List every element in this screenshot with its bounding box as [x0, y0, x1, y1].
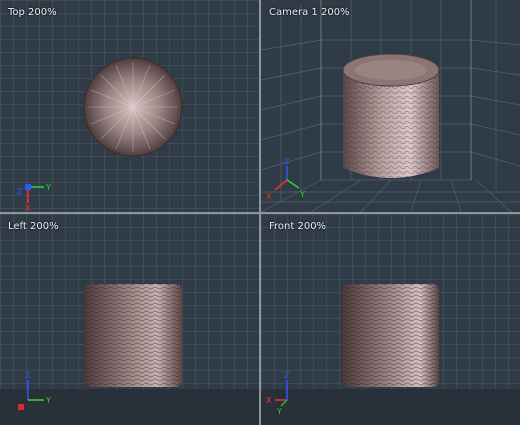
axis-y-label: Y	[276, 407, 282, 416]
cylinder-front[interactable]	[342, 284, 439, 387]
axis-y-label: Y	[299, 190, 305, 199]
left-view-scene[interactable]: Z Y	[0, 214, 259, 425]
viewport-layout: Top 200% Y Z X Camera 1 200% Z Y X Left …	[0, 0, 520, 425]
axis-x-label: X	[266, 192, 272, 201]
axis-z-label: Z	[25, 371, 31, 380]
axis-z-label: Z	[284, 371, 290, 380]
axis-z-label: Z	[17, 187, 23, 196]
cylinder-top-disc[interactable]	[83, 57, 183, 157]
viewport-label: Left 200%	[8, 221, 59, 232]
viewport-top[interactable]: Top 200% Y Z X	[0, 0, 259, 212]
viewport-label: Top 200%	[8, 7, 57, 18]
viewport-camera[interactable]: Camera 1 200% Z Y X	[261, 0, 520, 212]
viewport-label: Camera 1 200%	[269, 7, 350, 18]
viewport-label: Front 200%	[269, 221, 327, 232]
axis-x-label: X	[266, 396, 272, 405]
cylinder-side[interactable]	[84, 284, 182, 387]
top-view-scene[interactable]: Y Z X	[0, 0, 259, 212]
viewport-left[interactable]: Left 200% Z Y	[0, 214, 259, 425]
cylinder-3d[interactable]	[342, 53, 440, 178]
axis-y-label: Y	[45, 183, 51, 192]
axis-y-label: Y	[45, 396, 51, 405]
camera-view-scene[interactable]: Z Y X	[261, 0, 520, 212]
viewport-front[interactable]: Front 200% Z X Y	[261, 214, 520, 425]
axis-z-label: Z	[284, 157, 290, 166]
axis-x-label: X	[25, 204, 31, 212]
front-view-scene[interactable]: Z X Y	[261, 214, 520, 425]
